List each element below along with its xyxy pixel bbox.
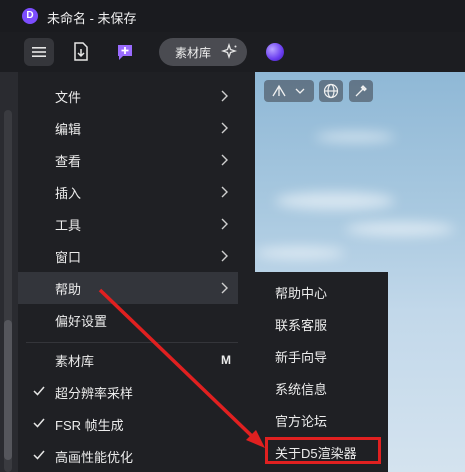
globe-icon [323,83,339,99]
chevron-right-icon [221,218,228,230]
asset-library-label: 素材库 [175,45,212,60]
chevron-right-icon [221,90,228,102]
highlight-box [265,437,381,464]
transform-axis-dropdown[interactable] [264,80,314,102]
axis-icon [272,84,305,97]
chevron-right-icon [221,250,228,262]
app-logo: D [22,8,38,24]
menu-item-window[interactable]: 窗口 [18,240,240,272]
hamburger-menu-button[interactable] [24,38,54,66]
main-menu: 文件 编辑 查看 插入 工具 窗口 帮助 偏好设置 素材库 M 超分辨率采样 F… [18,72,255,472]
submenu-item-help-center[interactable]: 帮助中心 [238,276,388,308]
chevron-right-icon [221,282,228,294]
submenu-item-system-info[interactable]: 系统信息 [238,372,388,404]
submenu-item-beginner-guide[interactable]: 新手向导 [238,340,388,372]
checkmark-icon [33,386,45,396]
menu-item-asset-library[interactable]: 素材库 M [18,344,240,376]
checkmark-icon [33,418,45,428]
menu-item-super-resolution[interactable]: 超分辨率采样 [18,376,240,408]
checkmark-icon [33,450,45,460]
menu-item-file[interactable]: 文件 [18,80,240,112]
chevron-right-icon [221,122,228,134]
menu-item-tools[interactable]: 工具 [18,208,240,240]
eyedropper-button[interactable] [349,80,373,102]
menu-item-fsr-frame-gen[interactable]: FSR 帧生成 [18,408,240,440]
menu-item-performance[interactable]: 高画性能优化 [18,440,240,472]
hamburger-icon [32,47,46,57]
globe-button[interactable] [319,80,343,102]
sparkle-icon[interactable] [220,42,239,61]
menu-separator [26,342,240,343]
file-import-icon [74,42,88,61]
window-title: 未命名 - 未保存 [47,11,137,26]
submenu-item-official-forum[interactable]: 官方论坛 [238,404,388,436]
chevron-right-icon [221,186,228,198]
menu-item-preferences[interactable]: 偏好设置 [18,304,240,336]
ai-orb-icon[interactable] [266,43,284,61]
shortcut-key: M [221,353,231,367]
menu-item-edit[interactable]: 编辑 [18,112,240,144]
submenu-item-contact-support[interactable]: 联系客服 [238,308,388,340]
import-file-button[interactable] [66,38,96,66]
menu-item-help[interactable]: 帮助 [18,272,240,304]
ai-assistant-button[interactable] [110,38,140,66]
ai-sparkle-icon [118,45,132,60]
eyedropper-icon [355,85,367,97]
chevron-right-icon [221,154,228,166]
menu-item-insert[interactable]: 插入 [18,176,240,208]
left-scrollbar-thumb[interactable] [4,320,12,460]
menu-item-view[interactable]: 查看 [18,144,240,176]
